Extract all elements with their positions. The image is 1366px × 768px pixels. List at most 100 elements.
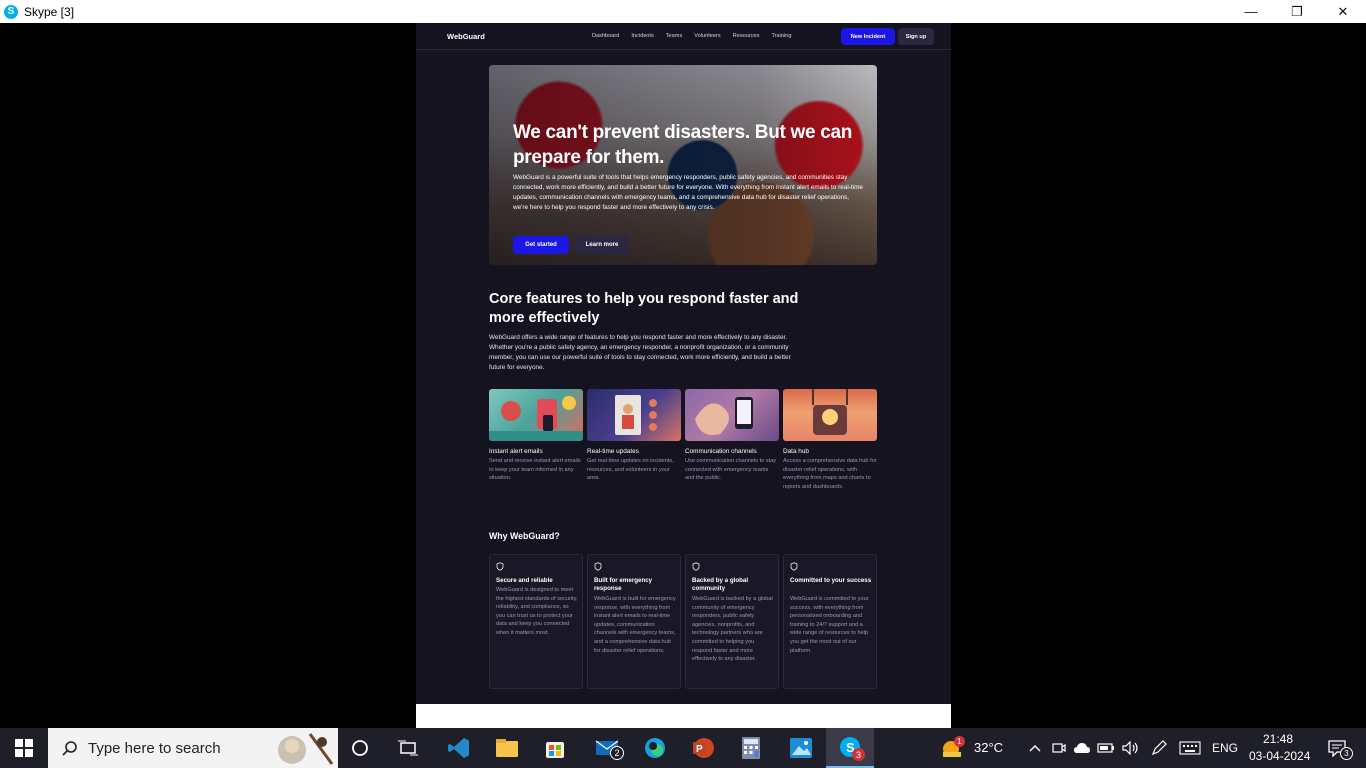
why-card-title: Secure and reliable (496, 577, 553, 584)
keyboard-icon (1179, 741, 1201, 755)
learn-more-button[interactable]: Learn more (575, 236, 629, 254)
why-webguard-title: Why WebGuard? (489, 531, 560, 541)
edge-icon (645, 738, 665, 758)
feature-title: Communication channels (685, 448, 757, 455)
feature-desc: Get real-time updates on incidents, reso… (587, 458, 674, 481)
sign-up-button[interactable]: Sign up (898, 28, 934, 45)
shield-icon (692, 562, 700, 571)
nav-link-teams[interactable]: Teams (666, 33, 682, 39)
onedrive-button[interactable] (1072, 728, 1092, 768)
temperature-label: 32°C (974, 740, 1004, 755)
vscode-icon (448, 738, 469, 758)
hero-body: WebGuard is a powerful suite of tools th… (513, 174, 863, 211)
maximize-button[interactable]: ❐ (1274, 0, 1320, 23)
webguard-page: WebGuard Dashboard Incidents Teams Volun… (416, 23, 951, 728)
photos-icon (790, 738, 812, 758)
new-incident-button[interactable]: New Incident (841, 28, 895, 45)
why-card-title: Committed to your success (790, 577, 872, 584)
camera-icon (1052, 743, 1066, 753)
pen-workspace-button[interactable] (1148, 728, 1170, 768)
phone-icon (489, 396, 583, 441)
battery-button[interactable] (1096, 728, 1116, 768)
feature-list: Instant alert emails Send and receive in… (489, 389, 878, 519)
window-title: Skype [3] (24, 4, 75, 19)
communication-channels-illustration (685, 389, 779, 441)
volume-button[interactable] (1120, 728, 1142, 768)
window-titlebar: S Skype [3] — ❐ ✕ (0, 0, 1366, 23)
site-nav: WebGuard Dashboard Incidents Teams Volun… (416, 23, 951, 50)
chevron-up-icon (1029, 745, 1041, 752)
skype-taskbar-button[interactable]: S 3 (826, 728, 874, 768)
feature-desc: Use communication channels to stay conne… (685, 458, 777, 481)
nav-link-volunteers[interactable]: Volunteers (694, 33, 720, 39)
cloud-icon (1074, 743, 1090, 753)
notification-count-badge: 3 (1340, 747, 1353, 760)
core-features-title: Core features to help you respond faster… (489, 291, 799, 326)
nav-link-dashboard[interactable]: Dashboard (592, 33, 619, 39)
photos-taskbar-button[interactable] (778, 728, 824, 768)
feature-desc: Access a comprehensive data hub for disa… (783, 458, 877, 490)
weather-badge: 1 (954, 736, 965, 747)
data-hub-illustration (783, 389, 877, 441)
input-language-label[interactable]: ENG (1212, 741, 1238, 755)
page-bottom-strip (416, 704, 951, 728)
action-center-button[interactable]: 3 (1318, 728, 1356, 768)
nav-link-incidents[interactable]: Incidents (631, 33, 653, 39)
powerpoint-taskbar-button[interactable]: P (680, 728, 726, 768)
feature-card[interactable]: Data hub Access a comprehensive data hub… (783, 389, 877, 491)
calculator-icon (742, 737, 760, 759)
feature-card[interactable]: Real-time updates Get real-time updates … (587, 389, 681, 483)
store-taskbar-button[interactable] (532, 728, 578, 768)
hero-heading: We can't prevent disasters. But we can p… (513, 122, 853, 168)
svg-text:P: P (696, 744, 703, 755)
minimize-button[interactable]: — (1228, 0, 1274, 23)
smartphone-icon (695, 397, 753, 435)
nav-link-training[interactable]: Training (771, 33, 791, 39)
edge-taskbar-button[interactable] (632, 728, 678, 768)
hero-banner: We can't prevent disasters. But we can p… (489, 65, 877, 265)
shield-icon (496, 562, 504, 571)
touch-keyboard-button[interactable] (1176, 728, 1204, 768)
nav-link-resources[interactable]: Resources (733, 33, 760, 39)
feature-title: Data hub (783, 448, 809, 455)
feature-desc: Send and receive instant alert emails to… (489, 458, 581, 481)
cortana-button[interactable] (340, 728, 380, 768)
why-card: Backed by a global community WebGuard is… (685, 554, 779, 689)
show-hidden-icons-button[interactable] (1026, 728, 1044, 768)
feature-title: Real-time updates (587, 448, 639, 455)
task-view-button[interactable] (388, 728, 428, 768)
battery-icon (1097, 743, 1114, 753)
meet-now-button[interactable] (1050, 728, 1068, 768)
start-button[interactable] (0, 728, 48, 768)
task-view-icon (398, 740, 418, 756)
shared-screen-area: WebGuard Dashboard Incidents Teams Volun… (0, 23, 1366, 728)
why-card-desc: WebGuard is backed by a global community… (692, 596, 773, 663)
speaker-icon (1122, 741, 1138, 755)
alert-emails-illustration (489, 389, 583, 441)
site-logo[interactable]: WebGuard (447, 32, 485, 41)
weather-widget[interactable]: 1 (938, 728, 968, 768)
feature-card[interactable]: Instant alert emails Send and receive in… (489, 389, 583, 483)
why-card-title: Backed by a global community (692, 577, 749, 592)
shield-icon (790, 562, 798, 571)
clock-date[interactable]: 03-04-2024 (1249, 749, 1310, 763)
lantern-icon (812, 389, 848, 435)
why-card-desc: WebGuard is designed to meet the highest… (496, 587, 578, 636)
feature-card[interactable]: Communication channels Use communication… (685, 389, 779, 483)
close-button[interactable]: ✕ (1320, 0, 1366, 23)
clock-time[interactable]: 21:48 (1263, 732, 1293, 746)
why-card: Built for emergency response WebGuard is… (587, 554, 681, 689)
why-card: Secure and reliable WebGuard is designed… (489, 554, 583, 689)
folder-icon (496, 739, 518, 757)
mail-badge: 2 (610, 746, 624, 760)
mail-taskbar-button[interactable]: 2 (584, 728, 630, 768)
taskbar-search-input[interactable]: Type here to search (48, 728, 338, 768)
cortana-circle-icon (352, 740, 368, 756)
search-placeholder: Type here to search (88, 739, 221, 757)
vscode-taskbar-button[interactable] (436, 728, 482, 768)
file-explorer-taskbar-button[interactable] (484, 728, 530, 768)
calculator-taskbar-button[interactable] (728, 728, 774, 768)
why-card-desc: WebGuard is built for emergency response… (594, 596, 676, 654)
why-card-desc: WebGuard is committed to your success, w… (790, 596, 869, 654)
get-started-button[interactable]: Get started (513, 236, 569, 254)
